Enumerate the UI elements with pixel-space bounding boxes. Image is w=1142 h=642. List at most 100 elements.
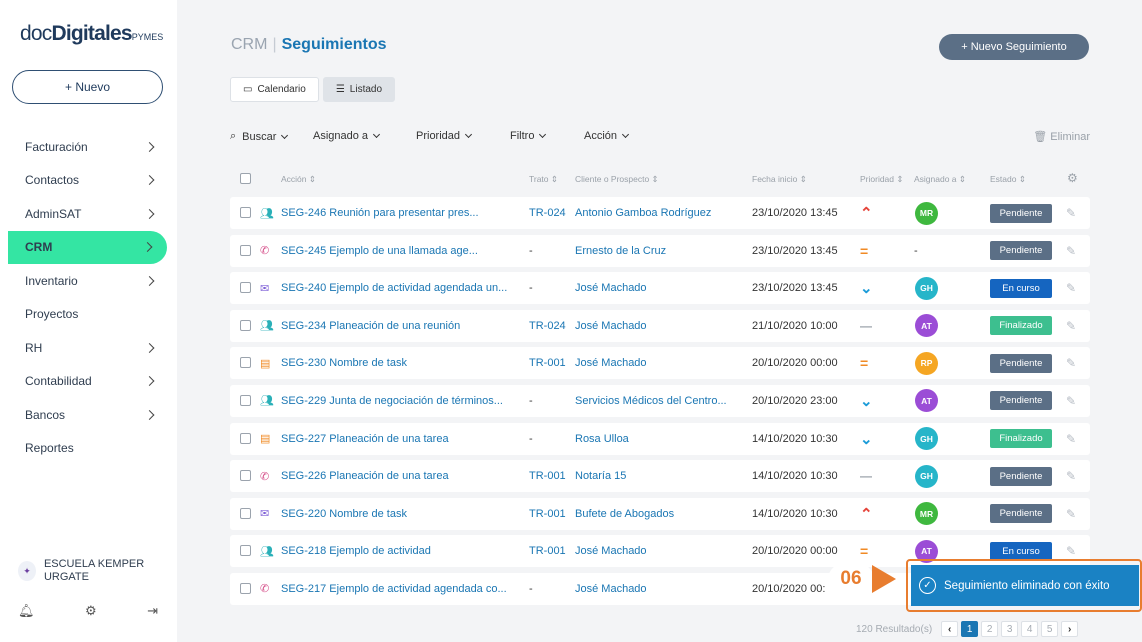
page-button[interactable]: 1 xyxy=(961,621,979,637)
edit-icon[interactable]: ✎ xyxy=(1066,235,1076,267)
row-checkbox[interactable] xyxy=(240,545,251,557)
edit-icon[interactable]: ✎ xyxy=(1066,498,1076,530)
deal-link[interactable]: TR-001 xyxy=(529,460,566,492)
edit-icon[interactable]: ✎ xyxy=(1066,347,1076,379)
table-row[interactable]: ▤ SEG-227 Planeación de una tarea - Rosa Ul… xyxy=(230,422,1090,455)
client-link[interactable]: José Machado xyxy=(575,573,647,605)
table-row[interactable]: ✉ SEG-220 Nombre de task TR-001 Bufete de A… xyxy=(230,497,1090,530)
table-row[interactable]: ✆ SEG-245 Ejemplo de una llamada age... - E… xyxy=(230,234,1090,267)
next-page-button[interactable]: › xyxy=(1061,621,1079,637)
action-link[interactable]: SEG-226 Planeación de una tarea xyxy=(281,460,449,492)
action-link[interactable]: SEG-218 Ejemplo de actividad xyxy=(281,535,431,567)
row-checkbox[interactable] xyxy=(240,470,251,482)
filter-dropdown[interactable]: Filtro xyxy=(510,130,547,142)
school-selector[interactable]: ✦ ESCUELA KEMPER URGATE xyxy=(18,558,177,584)
action-link[interactable]: SEG-220 Nombre de task xyxy=(281,498,407,530)
row-checkbox[interactable] xyxy=(240,394,251,406)
edit-icon[interactable]: ✎ xyxy=(1066,197,1076,229)
client-link[interactable]: José Machado xyxy=(575,310,647,342)
avatar[interactable]: GH xyxy=(915,464,938,488)
avatar[interactable]: GH xyxy=(915,427,938,451)
action-link[interactable]: SEG-229 Junta de negociación de términos… xyxy=(281,385,503,417)
table-row[interactable]: ✉ SEG-240 Ejemplo de actividad agendada u… xyxy=(230,272,1090,305)
row-checkbox[interactable] xyxy=(240,582,251,594)
deal-link[interactable]: TR-001 xyxy=(529,498,566,530)
column-header-status[interactable]: Estado ⇕ xyxy=(990,174,1026,185)
action-link[interactable]: SEG-246 Reunión para presentar pres... xyxy=(281,197,479,229)
page-button[interactable]: 3 xyxy=(1001,621,1019,637)
priority-dropdown[interactable]: Prioridad xyxy=(416,130,473,142)
deal-link[interactable]: TR-024 xyxy=(529,310,566,342)
avatar[interactable]: GH xyxy=(915,276,938,300)
breadcrumb-module[interactable]: CRM xyxy=(231,36,267,53)
tab-calendar[interactable]: ▭ Calendario xyxy=(230,77,319,102)
row-checkbox[interactable] xyxy=(240,244,251,256)
new-followup-button[interactable]: + Nuevo Seguimiento xyxy=(939,34,1089,60)
edit-icon[interactable]: ✎ xyxy=(1066,385,1076,417)
client-link[interactable]: Rosa Ulloa xyxy=(575,423,629,455)
edit-icon[interactable]: ✎ xyxy=(1066,460,1076,492)
action-link[interactable]: SEG-230 Nombre de task xyxy=(281,347,407,379)
tab-list[interactable]: ☰ Listado xyxy=(322,77,396,102)
table-row[interactable]: 👥︎ SEG-246 Reunión para presentar pres...… xyxy=(230,197,1090,229)
column-header-start-date[interactable]: Fecha inicio ⇕ xyxy=(752,174,807,185)
gear-icon[interactable]: ⚙ xyxy=(1067,171,1078,185)
row-checkbox[interactable] xyxy=(240,207,251,218)
sidebar-item-crm[interactable]: CRM xyxy=(8,230,167,264)
sidebar-item-adminsat[interactable]: AdminSAT xyxy=(0,197,177,231)
action-dropdown[interactable]: Acción xyxy=(584,130,630,142)
page-button[interactable]: 4 xyxy=(1021,621,1039,637)
avatar[interactable]: MR xyxy=(915,201,938,225)
row-checkbox[interactable] xyxy=(240,282,251,294)
avatar[interactable]: MR xyxy=(915,502,938,526)
action-link[interactable]: SEG-217 Ejemplo de actividad agendada co… xyxy=(281,573,507,605)
column-header-client[interactable]: Cliente o Prospecto ⇕ xyxy=(575,174,659,185)
table-row[interactable]: ▤ SEG-230 Nombre de task TR-001 José Machad… xyxy=(230,347,1090,380)
assigned-dropdown[interactable]: Asignado a xyxy=(313,130,381,142)
client-link[interactable]: Ernesto de la Cruz xyxy=(575,235,666,267)
sidebar-item-inventario[interactable]: Inventario xyxy=(0,264,177,298)
row-checkbox[interactable] xyxy=(240,319,251,331)
sidebar-item-proyectos[interactable]: Proyectos xyxy=(0,298,177,332)
row-checkbox[interactable] xyxy=(240,507,251,519)
client-link[interactable]: José Machado xyxy=(575,535,647,567)
client-link[interactable]: Bufete de Abogados xyxy=(575,498,674,530)
sidebar-item-contabilidad[interactable]: Contabilidad xyxy=(0,365,177,399)
sidebar-item-reportes[interactable]: Reportes xyxy=(0,432,177,466)
page-button[interactable]: 5 xyxy=(1041,621,1059,637)
prev-page-button[interactable]: ‹ xyxy=(941,621,959,637)
column-header-action[interactable]: Acción ⇕ xyxy=(281,174,316,185)
edit-icon[interactable]: ✎ xyxy=(1066,272,1076,304)
table-row[interactable]: 👥︎ SEG-234 Planeación de una reunión TR-02… xyxy=(230,309,1090,342)
sidebar-item-facturaci-n[interactable]: Facturación xyxy=(0,130,177,164)
logout-icon[interactable]: ⇥ xyxy=(147,603,158,619)
client-link[interactable]: José Machado xyxy=(575,347,647,379)
table-row[interactable]: ✆ SEG-226 Planeación de una tarea TR-001 No… xyxy=(230,460,1090,493)
deal-link[interactable]: TR-001 xyxy=(529,347,566,379)
settings-icon[interactable]: ⚙ xyxy=(85,603,97,619)
sidebar-item-bancos[interactable]: Bancos xyxy=(0,398,177,432)
action-link[interactable]: SEG-245 Ejemplo de una llamada age... xyxy=(281,235,478,267)
column-header-priority[interactable]: Prioridad ⇕ xyxy=(860,174,904,185)
edit-icon[interactable]: ✎ xyxy=(1066,423,1076,455)
page-button[interactable]: 2 xyxy=(981,621,999,637)
client-link[interactable]: Notaría 15 xyxy=(575,460,626,492)
avatar[interactable]: AT xyxy=(915,389,938,413)
client-link[interactable]: José Machado xyxy=(575,272,647,304)
new-button[interactable]: + Nuevo xyxy=(12,70,163,104)
sidebar-item-contactos[interactable]: Contactos xyxy=(0,164,177,198)
table-row[interactable]: 👥︎ SEG-229 Junta de negociación de términ… xyxy=(230,384,1090,417)
deal-link[interactable]: TR-001 xyxy=(529,535,566,567)
notification-icon[interactable]: 🔔︎ xyxy=(18,603,35,619)
column-header-deal[interactable]: Trato ⇕ xyxy=(529,174,558,185)
client-link[interactable]: Antonio Gamboa Rodríguez xyxy=(575,197,711,229)
row-checkbox[interactable] xyxy=(240,357,251,369)
search-dropdown[interactable]: ⌕ Buscar xyxy=(230,130,289,143)
sidebar-item-rh[interactable]: RH xyxy=(0,331,177,365)
client-link[interactable]: Servicios Médicos del Centro... xyxy=(575,385,727,417)
deal-link[interactable]: TR-024 xyxy=(529,197,566,229)
select-all-checkbox[interactable] xyxy=(240,173,251,184)
action-link[interactable]: SEG-234 Planeación de una reunión xyxy=(281,310,460,342)
avatar[interactable]: AT xyxy=(915,314,938,338)
avatar[interactable]: RP xyxy=(915,351,938,375)
